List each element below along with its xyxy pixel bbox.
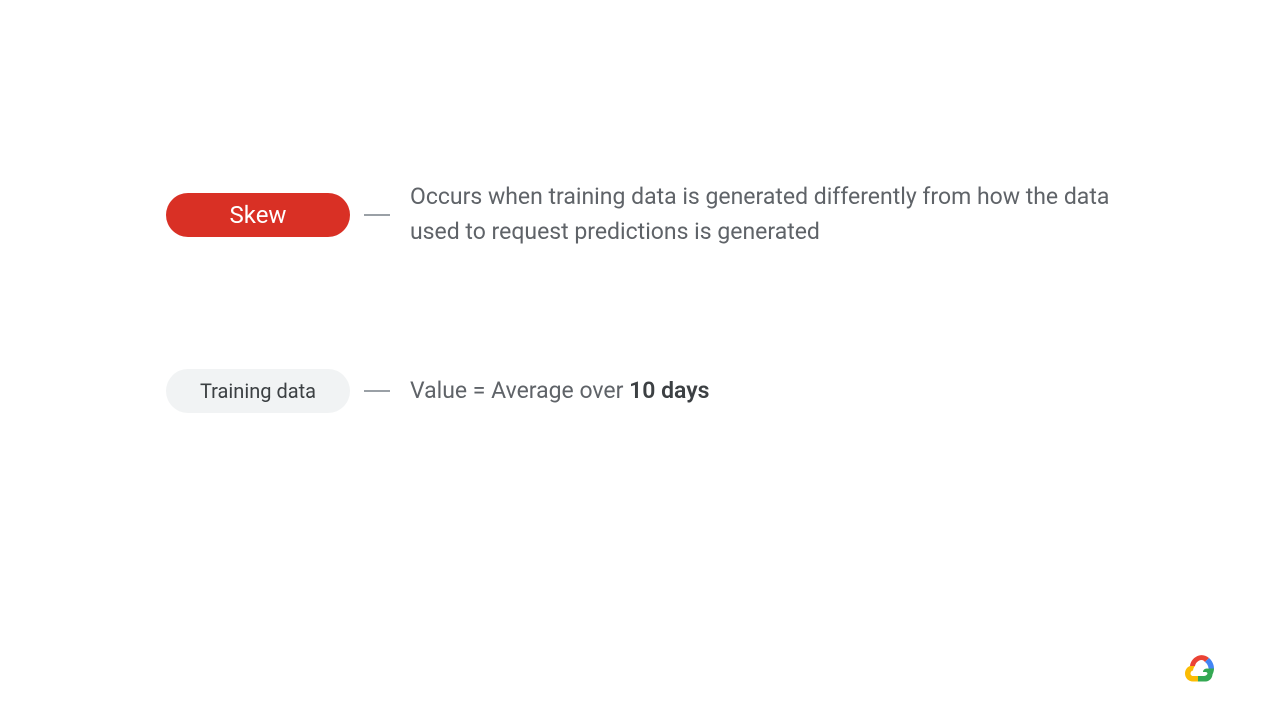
- connector-line: [364, 214, 390, 216]
- connector-line: [364, 390, 390, 392]
- skew-description-text: Occurs when training data is generated d…: [410, 183, 1109, 245]
- definition-row-training-data: Training data Value = Average over 10 da…: [166, 369, 1130, 413]
- skew-description: Occurs when training data is generated d…: [410, 180, 1130, 249]
- training-data-description: Value = Average over 10 days: [410, 374, 709, 409]
- google-cloud-logo: [1182, 652, 1218, 688]
- training-data-pill-label: Training data: [200, 379, 316, 403]
- skew-pill: Skew: [166, 193, 350, 237]
- training-data-pill: Training data: [166, 369, 350, 413]
- skew-pill-label: Skew: [230, 201, 287, 229]
- training-data-description-prefix: Value = Average over: [410, 377, 629, 404]
- definition-row-skew: Skew Occurs when training data is genera…: [166, 180, 1130, 249]
- training-data-description-bold: 10 days: [629, 377, 709, 404]
- slide-content: Skew Occurs when training data is genera…: [0, 0, 1280, 413]
